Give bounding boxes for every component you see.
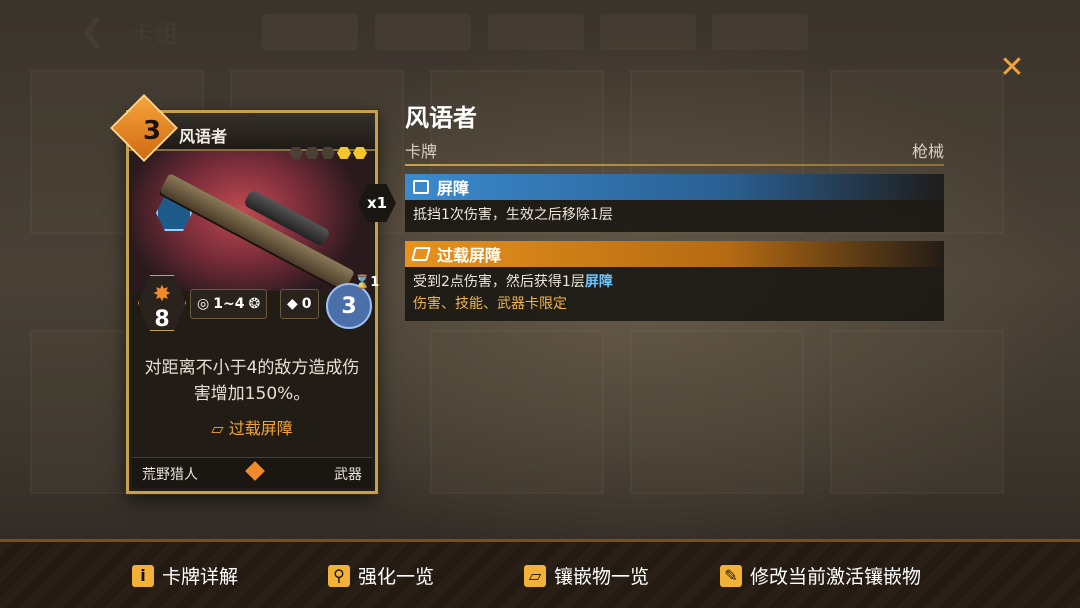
inlay-icon: ▱: [524, 564, 546, 587]
attack-icon: ✸: [152, 282, 172, 307]
attack-stat: ✸ 8: [138, 275, 186, 331]
background-title: 卡组: [130, 14, 178, 49]
card-inlay-link[interactable]: ▱ 过载屏障: [129, 415, 375, 439]
background-tab: [600, 14, 696, 50]
inlay-list-label: 镶嵌物一览: [554, 566, 650, 588]
card-detail-button[interactable]: i 卡牌详解: [132, 562, 238, 589]
hourglass-icon: ⌛: [354, 275, 371, 290]
cooldown-stat: ⌛ 1: [354, 275, 379, 290]
close-icon: ✕: [999, 50, 1025, 85]
effect-desc: 受到2点伤害，然后获得1层屏障 伤害、技能、武器卡限定: [405, 267, 944, 321]
shield-value: 0: [301, 296, 312, 312]
search-icon: ⚲: [328, 564, 350, 587]
inlay-list-button[interactable]: ▱ 镶嵌物一览: [524, 562, 649, 589]
upgrade-list-button[interactable]: ⚲ 强化一览: [328, 562, 434, 589]
effect-header: 过载屏障: [405, 241, 944, 267]
cooldown-value: 1: [370, 275, 380, 290]
card-detail-label: 卡牌详解: [162, 566, 239, 588]
background-tab: [262, 14, 358, 50]
shield-icon: ◆: [287, 296, 298, 312]
background-card: [630, 330, 804, 494]
background-tab: [488, 14, 584, 50]
back-arrow-icon: ❮: [80, 14, 105, 49]
effect-desc: 抵挡1次伤害，生效之后移除1层: [413, 207, 613, 223]
card-frame: 风语者 ✸ 8 ◎ 1~4 ❂ ◆ 0 3 ⌛ 1 对距离不小于4的敌方造成伤害…: [126, 110, 379, 494]
effect-restriction: 伤害、技能、武器卡限定: [413, 296, 567, 312]
shield-stat: ◆ 0: [280, 289, 319, 319]
inlay-icon: ▱: [211, 419, 224, 438]
effect-panel-overload: 过载屏障 受到2点伤害，然后获得1层屏障 伤害、技能、武器卡限定: [405, 241, 944, 321]
footer-gem-icon: [245, 461, 265, 481]
effect-keyword-link[interactable]: 屏障: [585, 274, 613, 290]
energy-slots: [289, 147, 367, 159]
card-name: 风语者: [179, 127, 228, 146]
detail-type: 卡牌: [405, 142, 438, 161]
document-icon: [413, 180, 429, 194]
target-icon: ❂: [248, 296, 261, 312]
inlay-icon: [411, 247, 431, 261]
card-art: [132, 151, 372, 292]
card-category: 武器: [334, 467, 362, 483]
range-stat: ◎ 1~4 ❂: [190, 289, 268, 319]
background-tab: [712, 14, 808, 50]
effect-name: 屏障: [437, 179, 470, 198]
effect-name: 过载屏障: [437, 246, 502, 265]
edit-icon: ✎: [720, 564, 742, 587]
energy-slot: [353, 147, 367, 159]
background-tab: [375, 14, 471, 50]
detail-subtype: 枪械: [911, 142, 944, 161]
gear-value: 3: [341, 293, 357, 319]
modify-inlay-label: 修改当前激活镶嵌物: [750, 566, 922, 588]
effect-desc-prefix: 受到2点伤害，然后获得1层: [413, 274, 585, 290]
range-icon: ◎: [197, 296, 210, 312]
modify-inlay-button[interactable]: ✎ 修改当前激活镶嵌物: [720, 562, 921, 589]
detail-divider: [405, 164, 944, 166]
effect-panel-barrier: 屏障 抵挡1次伤害，生效之后移除1层: [405, 174, 944, 232]
card-faction: 荒野猎人: [142, 467, 198, 483]
detail-title: 风语者: [405, 104, 477, 132]
effect-header: 屏障: [405, 174, 944, 200]
energy-slot: [289, 147, 303, 159]
info-icon: i: [132, 564, 154, 587]
upgrade-list-label: 强化一览: [358, 566, 435, 588]
energy-slot: [337, 147, 351, 159]
energy-slot: [305, 147, 319, 159]
card-footer: 荒野猎人 武器: [132, 457, 372, 488]
energy-slot: [321, 147, 335, 159]
background-card: [430, 330, 604, 494]
background-card: [830, 330, 1004, 494]
card-inlay-label: 过载屏障: [228, 419, 293, 438]
range-value: 1~4: [213, 296, 245, 312]
card-cost: 3: [142, 116, 162, 146]
card-preview: 风语者 ✸ 8 ◎ 1~4 ❂ ◆ 0 3 ⌛ 1 对距离不小于4的敌方造成伤害…: [110, 94, 396, 494]
attack-value: 8: [154, 307, 170, 332]
card-description: 对距离不小于4的敌方造成伤害增加150%。: [144, 358, 360, 404]
close-button[interactable]: ✕: [998, 53, 1026, 83]
card-stats: ✸ 8 ◎ 1~4 ❂ ◆ 0 3 ⌛ 1: [132, 271, 379, 335]
bottom-action-bar: i 卡牌详解 ⚲ 强化一览 ▱ 镶嵌物一览 ✎ 修改当前激活镶嵌物: [0, 539, 1080, 608]
